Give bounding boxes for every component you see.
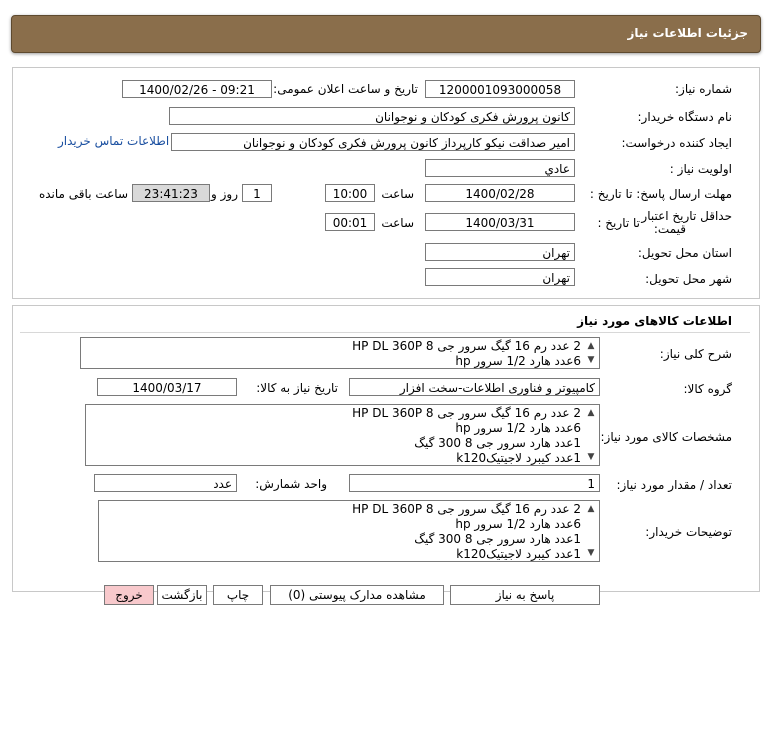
scroll-up-icon[interactable]: ▲: [585, 340, 597, 352]
city-label: شهر محل تحویل:: [645, 272, 732, 286]
qty-label: تعداد / مقدار مورد نیاز:: [616, 478, 732, 492]
validity-date-field: 1400/03/31: [425, 213, 575, 231]
notes-line: 1عدد هارد سرور جی 8 300 گیگ: [414, 532, 581, 546]
scroll-down-icon[interactable]: ▼: [585, 354, 597, 366]
deadline-time-label: ساعت: [381, 187, 414, 201]
reply-button[interactable]: پاسخ به نیاز: [450, 585, 600, 605]
validity-label: حداقل تاریخ اعتبار: [641, 209, 732, 223]
specs-line: 6عدد هارد 1/2 سرور hp: [455, 421, 581, 435]
specs-line: 2 عدد رم 16 گیگ سرور جی HP DL 360P 8: [352, 406, 581, 420]
exit-button[interactable]: خروج: [104, 585, 154, 605]
print-button[interactable]: چاپ: [213, 585, 263, 605]
remaining-time-field: 23:41:23: [132, 184, 210, 202]
unit-label: واحد شمارش:: [255, 477, 327, 491]
days-label: روز و: [211, 187, 238, 201]
notes-line: 1عدد کیبرد لاجیتیکk120: [456, 547, 581, 561]
buyer-notes-textarea[interactable]: 2 عدد رم 16 گیگ سرور جی HP DL 360P 8 6عد…: [98, 500, 600, 562]
province-label: استان محل تحویل:: [637, 246, 732, 260]
days-remaining-field: 1: [242, 184, 272, 202]
notes-line: 6عدد هارد 1/2 سرور hp: [455, 517, 581, 531]
buyer-notes-label: توضیحات خریدار:: [645, 525, 732, 539]
back-button[interactable]: بازگشت: [157, 585, 207, 605]
section-divider: [20, 332, 750, 333]
scroll-down-icon[interactable]: ▼: [585, 547, 597, 559]
need-number-label: شماره نیاز:: [675, 82, 732, 96]
page-header: جزئیات اطلاعات نیاز: [11, 15, 761, 53]
scroll-down-icon[interactable]: ▼: [585, 451, 597, 463]
requester-field: امیر صداقت نیکو کارپرداز کانون پرورش فکر…: [171, 133, 575, 151]
buyer-contact-link[interactable]: اطلاعات تماس خریدار: [58, 134, 169, 148]
page-title: جزئیات اطلاعات نیاز: [627, 26, 748, 40]
announce-label: تاریخ و ساعت اعلان عمومی:: [273, 82, 418, 96]
summary-textarea[interactable]: 2 عدد رم 16 گیگ سرور جی HP DL 360P 8 6عد…: [80, 337, 600, 369]
remaining-label: ساعت باقی مانده: [38, 187, 128, 201]
validity-time-label: ساعت: [381, 216, 414, 230]
summary-line: 2 عدد رم 16 گیگ سرور جی HP DL 360P 8: [352, 339, 581, 353]
buyer-org-label: نام دستگاه خریدار:: [637, 110, 733, 124]
group-field: کامپیوتر و فناوری اطلاعات-سخت افزار: [349, 378, 600, 396]
deadline-label: مهلت ارسال پاسخ: تا تاریخ :: [589, 187, 732, 201]
qty-field: 1: [349, 474, 600, 492]
summary-line: 6عدد هارد 1/2 سرور hp: [455, 354, 581, 368]
requester-label: ایجاد کننده درخواست:: [621, 136, 732, 150]
province-field: تهران: [425, 243, 575, 261]
validity-time-field: 00:01: [325, 213, 375, 231]
scroll-up-icon[interactable]: ▲: [585, 503, 597, 515]
group-label: گروه کالا:: [683, 382, 733, 396]
unit-field: عدد: [94, 474, 237, 492]
summary-label: شرح کلی نیاز:: [659, 347, 732, 361]
announce-field: 1400/02/26 - 09:21: [122, 80, 272, 98]
scrollbar[interactable]: ▲ ▼: [585, 407, 597, 463]
need-info-panel: [12, 67, 760, 299]
specs-textarea[interactable]: 2 عدد رم 16 گیگ سرور جی HP DL 360P 8 6عد…: [85, 404, 600, 466]
attachments-button[interactable]: مشاهده مدارک پیوستی (0): [270, 585, 444, 605]
need-number-field: 1200001093000058: [425, 80, 575, 98]
priority-label: اولویت نیاز :: [669, 162, 732, 176]
city-field: تهران: [425, 268, 575, 286]
buyer-org-field: کانون پرورش فکری کودکان و نوجوانان: [169, 107, 575, 125]
notes-line: 2 عدد رم 16 گیگ سرور جی HP DL 360P 8: [352, 502, 581, 516]
deadline-time-field: 10:00: [325, 184, 375, 202]
scrollbar[interactable]: ▲ ▼: [585, 503, 597, 559]
validity-label-2: قیمت:: [653, 222, 686, 236]
specs-label: مشخصات کالای مورد نیاز:: [600, 430, 732, 444]
scroll-up-icon[interactable]: ▲: [585, 407, 597, 419]
need-date-field: 1400/03/17: [97, 378, 237, 396]
deadline-date-field: 1400/02/28: [425, 184, 575, 202]
need-date-label: تاریخ نیاز به کالا:: [256, 381, 338, 395]
goods-section-title: اطلاعات کالاهای مورد نیاز: [577, 314, 732, 328]
validity-to-label: تا تاریخ :: [597, 216, 640, 230]
scrollbar[interactable]: ▲ ▼: [585, 340, 597, 366]
specs-line: 1عدد هارد سرور جی 8 300 گیگ: [414, 436, 581, 450]
priority-field: عادي: [425, 159, 575, 177]
specs-line: 1عدد کیبرد لاجیتیکk120: [456, 451, 581, 465]
